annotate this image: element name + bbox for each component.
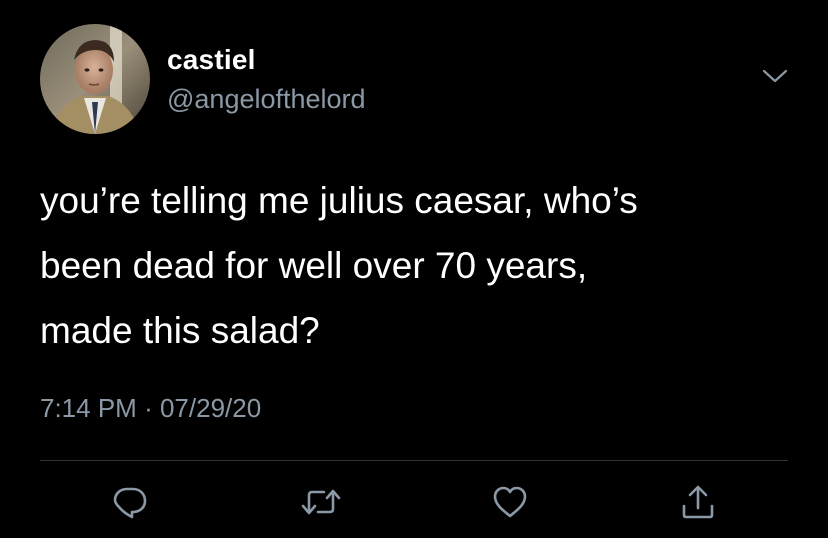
heart-icon <box>493 486 527 518</box>
user-handle[interactable]: @angelofthelord <box>167 84 366 115</box>
like-button[interactable] <box>488 480 532 524</box>
share-icon <box>682 485 714 519</box>
avatar[interactable] <box>40 24 150 134</box>
tweet-date: 07/29/20 <box>159 393 262 423</box>
tweet-timestamp[interactable]: 7:14 PM · 07/29/20 <box>40 393 261 424</box>
avatar-image <box>40 24 150 134</box>
tweet-time: 7:14 PM <box>40 393 137 423</box>
divider <box>40 460 788 461</box>
tweet-text: you’re telling me julius caesar, who’s b… <box>40 180 638 351</box>
tweet-card: castiel @angelofthelord you’re telling m… <box>0 0 828 538</box>
share-button[interactable] <box>676 480 720 524</box>
retweet-button[interactable] <box>299 480 343 524</box>
chevron-down-icon[interactable] <box>760 64 790 88</box>
meta-separator: · <box>144 393 153 423</box>
retweet-icon <box>301 489 341 515</box>
display-name[interactable]: castiel <box>167 44 256 76</box>
reply-icon <box>113 487 147 519</box>
reply-button[interactable] <box>108 480 152 524</box>
